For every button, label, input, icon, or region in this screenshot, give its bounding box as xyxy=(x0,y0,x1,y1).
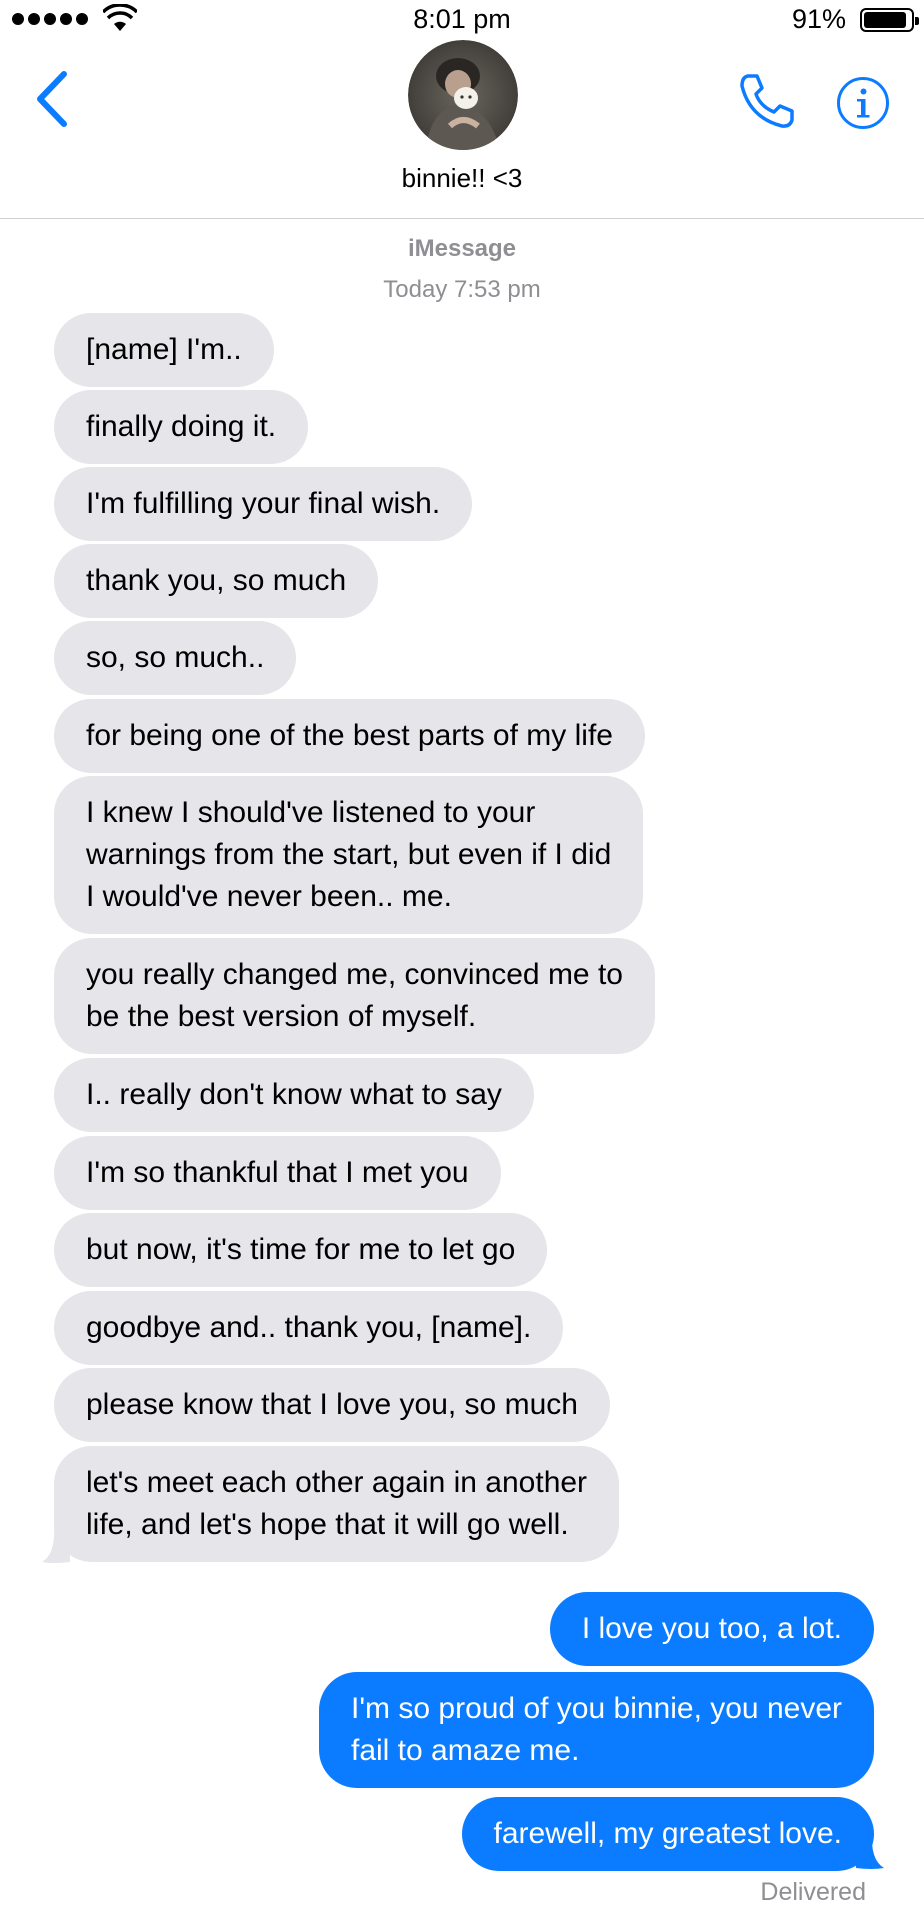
conversation-header: binnie!! <3 xyxy=(0,40,924,219)
battery-percentage: 91% xyxy=(791,4,846,34)
incoming-message[interactable]: thank you, so much xyxy=(54,544,379,618)
incoming-message[interactable]: I'm fulfilling your final wish. xyxy=(54,467,473,541)
incoming-message[interactable]: I'm so thankful that I met you xyxy=(54,1136,501,1210)
outgoing-bubble-tail xyxy=(856,1830,884,1869)
status-bar: 8:01 pm 91% xyxy=(0,0,924,40)
info-icon[interactable] xyxy=(836,76,890,130)
phone-icon[interactable] xyxy=(738,72,796,130)
incoming-bubble-tail xyxy=(42,1524,70,1563)
battery-icon xyxy=(860,8,919,32)
incoming-message[interactable]: [name] I'm.. xyxy=(54,313,274,387)
battery-fill xyxy=(864,12,906,28)
avatar[interactable] xyxy=(408,40,518,150)
status-time: 8:01 pm xyxy=(413,4,511,34)
service-label: iMessage xyxy=(407,235,517,262)
incoming-message[interactable]: finally doing it. xyxy=(54,390,309,464)
incoming-message[interactable]: goodbye and.. thank you, [name]. xyxy=(54,1291,564,1365)
delivery-status: Delivered xyxy=(760,1878,866,1906)
thread-timestamp: Today 7:53 pm xyxy=(383,276,541,303)
outgoing-message[interactable]: I love you too, a lot. xyxy=(549,1592,874,1666)
incoming-message[interactable]: I knew I should've listened to your warn… xyxy=(54,776,644,934)
contact-name[interactable]: binnie!! <3 xyxy=(0,163,924,194)
outgoing-message[interactable]: I'm so proud of you binnie, you never fa… xyxy=(318,1672,874,1788)
incoming-message[interactable]: please know that I love you, so much xyxy=(54,1368,610,1442)
chevron-left-icon[interactable] xyxy=(34,70,70,128)
outgoing-message[interactable]: farewell, my greatest love. xyxy=(461,1797,874,1871)
incoming-message[interactable]: so, so much.. xyxy=(54,621,297,695)
incoming-message[interactable]: let's meet each other again in another l… xyxy=(54,1446,620,1562)
incoming-message[interactable]: but now, it's time for me to let go xyxy=(54,1213,548,1287)
incoming-message[interactable]: for being one of the best parts of my li… xyxy=(54,699,645,773)
incoming-message[interactable]: you really changed me, convinced me to b… xyxy=(54,938,655,1054)
incoming-message[interactable]: I.. really don't know what to say xyxy=(54,1058,534,1132)
